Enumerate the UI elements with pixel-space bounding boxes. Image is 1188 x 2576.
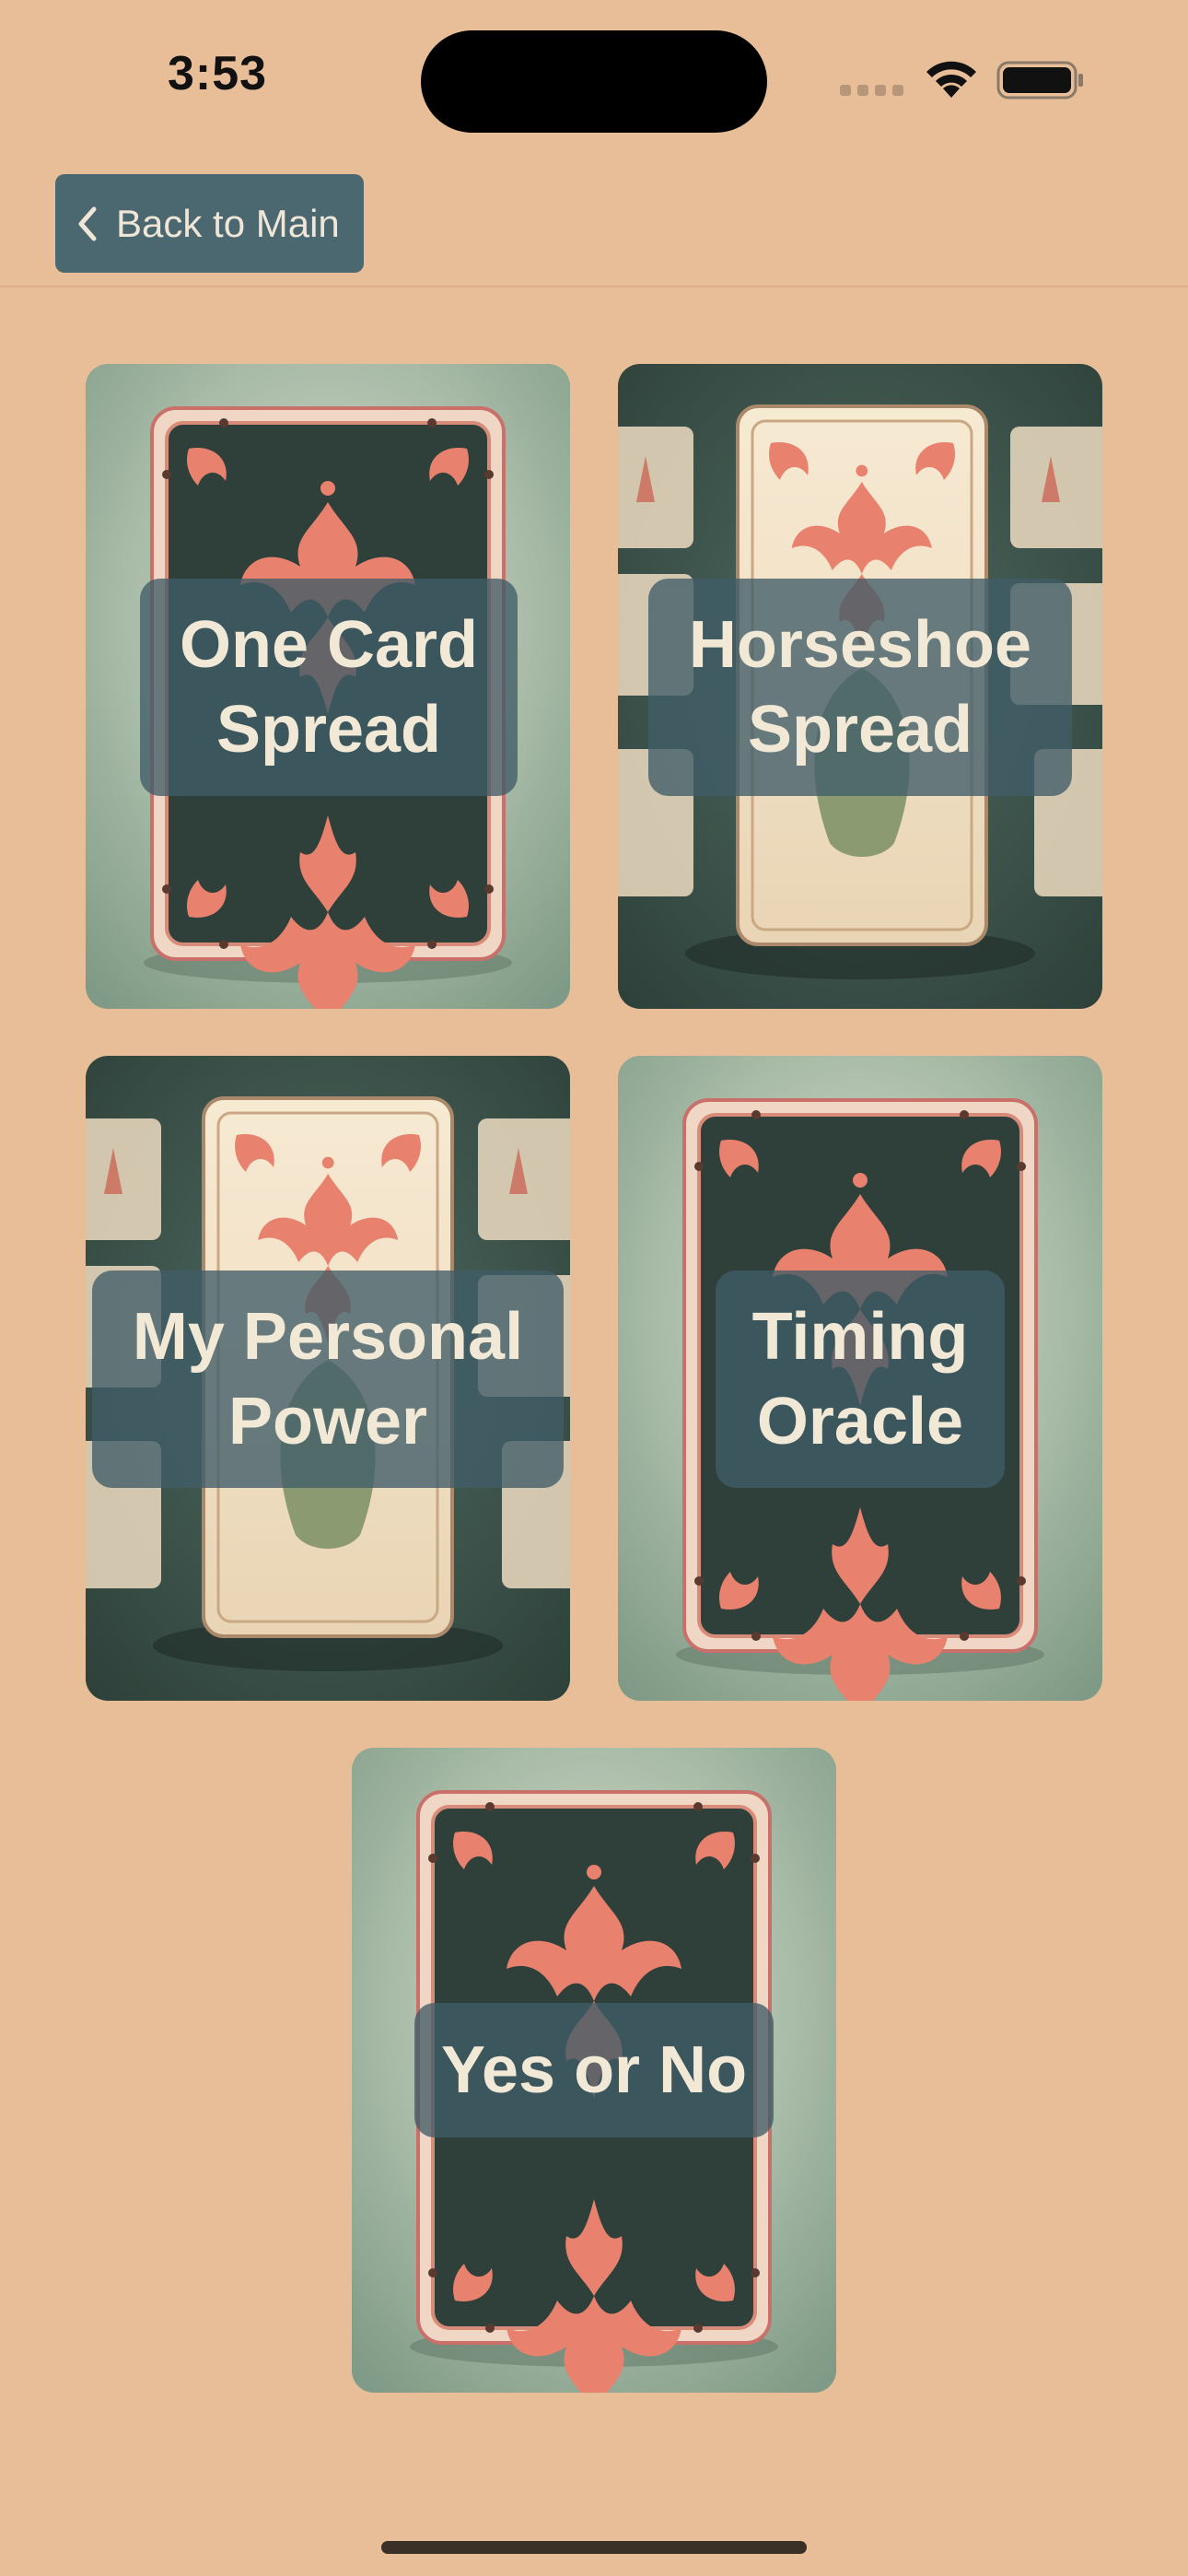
battery-icon xyxy=(996,61,1083,100)
spread-title: My Personal Power xyxy=(92,1270,564,1488)
spread-title: One Card Spread xyxy=(140,579,518,796)
spread-title-line: Yes or No xyxy=(440,2033,748,2107)
spread-title-line: Timing xyxy=(751,1300,969,1374)
spread-title: Timing Oracle xyxy=(716,1270,1005,1488)
dynamic-island xyxy=(421,30,767,133)
spread-title: Horseshoe Spread xyxy=(648,579,1072,796)
spread-tile-one-card[interactable]: One Card Spread xyxy=(86,364,570,1009)
home-indicator[interactable] xyxy=(381,2541,807,2554)
spread-title: Yes or No xyxy=(414,2003,774,2137)
spread-title-line: Oracle xyxy=(756,1385,964,1458)
spread-tile-horseshoe[interactable]: Horseshoe Spread xyxy=(618,364,1102,1009)
chevron-left-icon xyxy=(77,204,103,244)
spread-tile-timing-oracle[interactable]: Timing Oracle xyxy=(618,1056,1102,1701)
status-bar: 3:53 xyxy=(0,0,1188,157)
spread-title-line: Power xyxy=(227,1385,428,1458)
spread-tile-personal-power[interactable]: My Personal Power xyxy=(86,1056,570,1701)
spread-title-line: One Card xyxy=(179,608,479,682)
spread-title-line: My Personal xyxy=(132,1300,524,1374)
status-time: 3:53 xyxy=(168,47,268,100)
spread-tile-yes-or-no[interactable]: Yes or No xyxy=(352,1748,836,2393)
navigation-bar: Back to Main xyxy=(0,157,1188,287)
spread-title-line: Horseshoe xyxy=(688,608,1032,682)
back-to-main-button[interactable]: Back to Main xyxy=(55,174,364,273)
spread-title-line: Spread xyxy=(215,693,442,767)
wifi-icon xyxy=(926,61,976,98)
spread-title-line: Spread xyxy=(747,693,973,767)
cellular-signal-icon xyxy=(840,85,904,98)
back-button-label: Back to Main xyxy=(116,201,340,245)
